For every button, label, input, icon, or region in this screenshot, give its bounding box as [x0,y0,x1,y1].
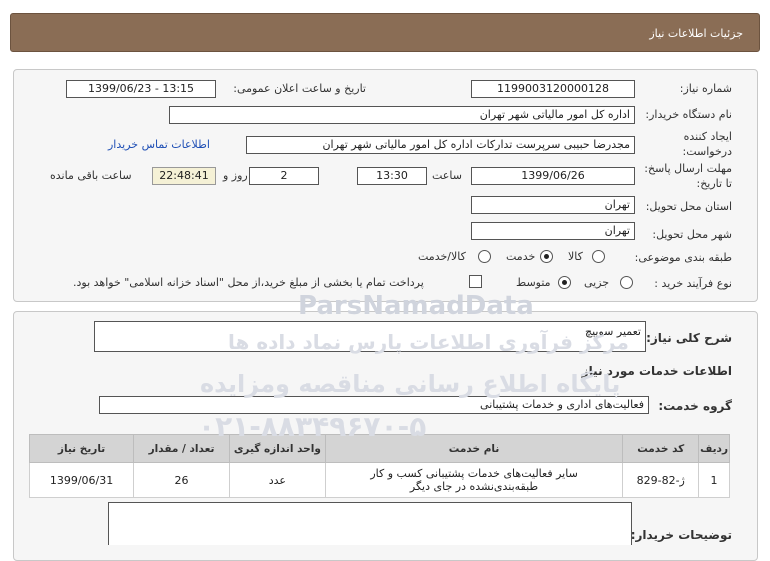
need-number-field: 1199003120000128 [471,80,635,98]
announce-datetime-label: تاریخ و ساعت اعلان عمومی: [233,82,366,95]
cell-row: 1 [698,462,730,498]
announce-datetime-field: 1399/06/23 - 13:15 [66,80,216,98]
requester-label-1: ایجاد کننده [683,130,732,143]
buyer-org-field: اداره کل امور مالیاتی شهر تهران [169,106,635,124]
category-service-radio[interactable] [540,250,553,263]
cell-name: سایر فعالیت‌های خدمات پشتیبانی کسب و کار… [324,462,624,498]
purchase-process-label: نوع فرآیند خرید : [654,277,732,290]
city-label: شهر محل تحویل: [652,228,732,241]
process-minor-radio[interactable] [620,276,633,289]
city-field: تهران [471,222,635,240]
service-group-label: گروه خدمت: [658,399,732,413]
cell-unit: عدد [228,462,326,498]
deadline-date-field: 1399/06/26 [471,167,635,185]
buyer-notes-label: توضیحات خریدار: [630,528,732,542]
buyer-notes-field [108,502,632,545]
deadline-time-label: ساعت [432,169,462,182]
summary-label: شرح کلی نیاز: [646,331,732,345]
remaining-time-field: 22:48:41 [152,167,216,185]
remaining-days-field: 2 [249,167,319,185]
province-field: تهران [471,196,635,214]
cell-code: ژ-82-829 [622,462,700,498]
deadline-label-2: تا تاریخ: [696,177,732,190]
buyer-org-label: نام دستگاه خریدار: [645,108,732,121]
process-medium-radio[interactable] [558,276,571,289]
requester-field: مجدرضا حبیبی سرپرست تدارکات اداره کل امو… [246,136,635,154]
remaining-label: ساعت باقی مانده [50,169,132,182]
summary-field: تعمیر سوییچ [94,321,646,352]
process-medium-label: متوسط [516,276,551,289]
col-qty: تعداد / مقدار [133,434,230,463]
cell-name-line1: سایر فعالیت‌های خدمات پشتیبانی کسب و کار [370,467,578,480]
category-goods-service-radio[interactable] [478,250,491,263]
cell-qty: 26 [133,462,230,498]
services-table-header: ردیف کد خدمت نام خدمت واحد اندازه گیری ت… [28,434,730,463]
page-title: جزئیات اطلاعات نیاز [649,27,743,40]
page-header: جزئیات اطلاعات نیاز [10,13,760,52]
category-label: طبقه بندی موضوعی: [634,251,732,264]
category-service-label: خدمت [506,250,536,263]
col-date: تاریخ نیاز [28,434,135,463]
services-table: ردیف کد خدمت نام خدمت واحد اندازه گیری ت… [28,434,730,498]
days-label: روز و [223,169,248,182]
process-minor-label: جزیی [584,276,610,289]
need-info-panel [13,69,758,302]
buyer-contact-link[interactable]: اطلاعات تماس خریدار [108,138,210,151]
deadline-label-1: مهلت ارسال پاسخ: [644,162,732,175]
category-goods-label: کالا [568,250,583,263]
col-unit: واحد اندازه گیری [228,434,326,463]
category-goods-radio[interactable] [592,250,605,263]
category-goods-service-label: کالا/خدمت [418,250,466,263]
requester-label-2: درخواست: [682,145,732,158]
treasury-payment-note: پرداخت تمام یا بخشی از مبلغ خرید،از محل … [73,276,424,289]
services-section-title: اطلاعات خدمات مورد نیاز [581,364,732,378]
deadline-time-field: 13:30 [357,167,427,185]
cell-name-line2: طبقه‌بندی‌نشده در جای دیگر [409,480,539,493]
need-number-label: شماره نیاز: [679,82,732,95]
col-code: کد خدمت [622,434,700,463]
service-group-field: فعالیت‌های اداری و خدمات پشتیبانی [99,396,649,414]
table-row: 1 ژ-82-829 سایر فعالیت‌های خدمات پشتیبان… [28,462,730,498]
col-name: نام خدمت [324,434,624,463]
col-row: ردیف [698,434,730,463]
cell-date: 1399/06/31 [28,462,135,498]
province-label: استان محل تحویل: [645,200,732,213]
treasury-payment-checkbox[interactable] [469,275,482,288]
